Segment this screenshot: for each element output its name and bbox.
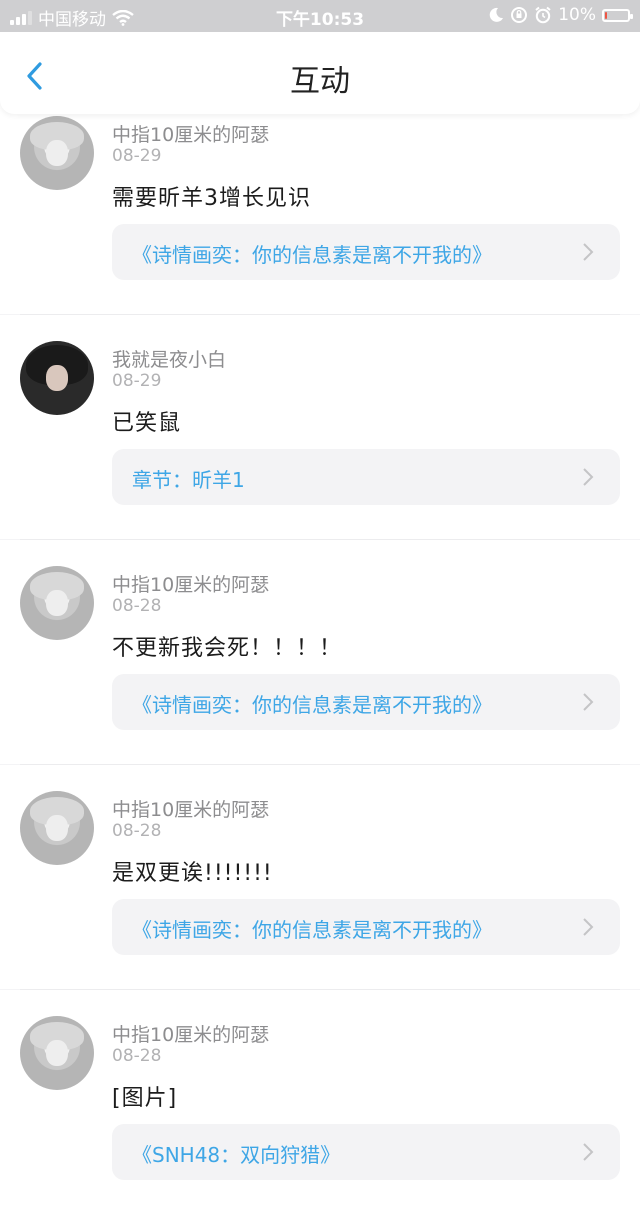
user-name[interactable]: 我就是夜小白 [112,345,226,372]
user-name[interactable]: 中指10厘米的阿瑟 [112,795,269,822]
comment-text: 是双更诶!!!!!!! [112,861,273,886]
battery-icon [602,8,633,22]
comment-date: 08-29 [112,146,162,166]
comment-date: 08-28 [112,1046,162,1066]
comment-text: 不更新我会死！！！！ [112,636,343,661]
chevron-right-icon [583,918,594,936]
status-right: 10% [488,5,633,25]
user-name[interactable]: 中指10厘米的阿瑟 [112,120,269,147]
comment-text: 需要昕羊3增长见识 [112,186,311,211]
source-link-label: 章节：昕羊1 [132,468,245,492]
avatar[interactable] [20,116,94,190]
source-link[interactable]: 《诗情画奕：你的信息素是离不开我的》 [112,224,620,280]
source-link[interactable]: 章节：昕羊1 [112,449,620,505]
avatar[interactable] [20,566,94,640]
list-item: 中指10厘米的阿瑟 08-28 [图片] 《SNH48：双向狩猎》 [0,990,640,1214]
comment-text: 已笑鼠 [112,411,182,436]
user-name[interactable]: 中指10厘米的阿瑟 [112,1020,269,1047]
chevron-right-icon [583,468,594,486]
source-link-label: 《诗情画奕：你的信息素是离不开我的》 [132,243,492,267]
source-link-label: 《诗情画奕：你的信息素是离不开我的》 [132,918,492,942]
source-link[interactable]: 《SNH48：双向狩猎》 [112,1124,620,1180]
rotation-lock-icon [511,7,528,23]
chevron-right-icon [583,1143,594,1161]
source-link[interactable]: 《诗情画奕：你的信息素是离不开我的》 [112,674,620,730]
interaction-list: 中指10厘米的阿瑟 08-29 需要昕羊3增长见识 《诗情画奕：你的信息素是离不… [0,90,640,1214]
list-item: 中指10厘米的阿瑟 08-29 需要昕羊3增长见识 《诗情画奕：你的信息素是离不… [0,90,640,314]
source-link[interactable]: 《诗情画奕：你的信息素是离不开我的》 [112,899,620,955]
chevron-right-icon [583,693,594,711]
comment-text: [图片] [112,1086,178,1111]
battery-percent: 10% [558,5,596,25]
comment-date: 08-28 [112,821,162,841]
comment-date: 08-29 [112,371,162,391]
user-name[interactable]: 中指10厘米的阿瑟 [112,570,269,597]
nav-bar: 互动 [0,32,640,114]
avatar[interactable] [20,791,94,865]
list-item: 中指10厘米的阿瑟 08-28 不更新我会死！！！！ 《诗情画奕：你的信息素是离… [0,540,640,764]
alarm-icon [535,6,551,24]
battery-level [605,11,607,19]
avatar[interactable] [20,341,94,415]
status-bar: 中国移动 下午10:53 10% [0,0,640,32]
source-link-label: 《SNH48：双向狩猎》 [132,1143,341,1167]
page-title: 互动 [290,64,350,99]
chevron-right-icon [583,243,594,261]
avatar[interactable] [20,1016,94,1090]
list-item: 我就是夜小白 08-29 已笑鼠 章节：昕羊1 [0,315,640,539]
list-item: 中指10厘米的阿瑟 08-28 是双更诶!!!!!!! 《诗情画奕：你的信息素是… [0,765,640,989]
moon-icon [489,7,504,22]
source-link-label: 《诗情画奕：你的信息素是离不开我的》 [132,693,492,717]
comment-date: 08-28 [112,596,162,616]
